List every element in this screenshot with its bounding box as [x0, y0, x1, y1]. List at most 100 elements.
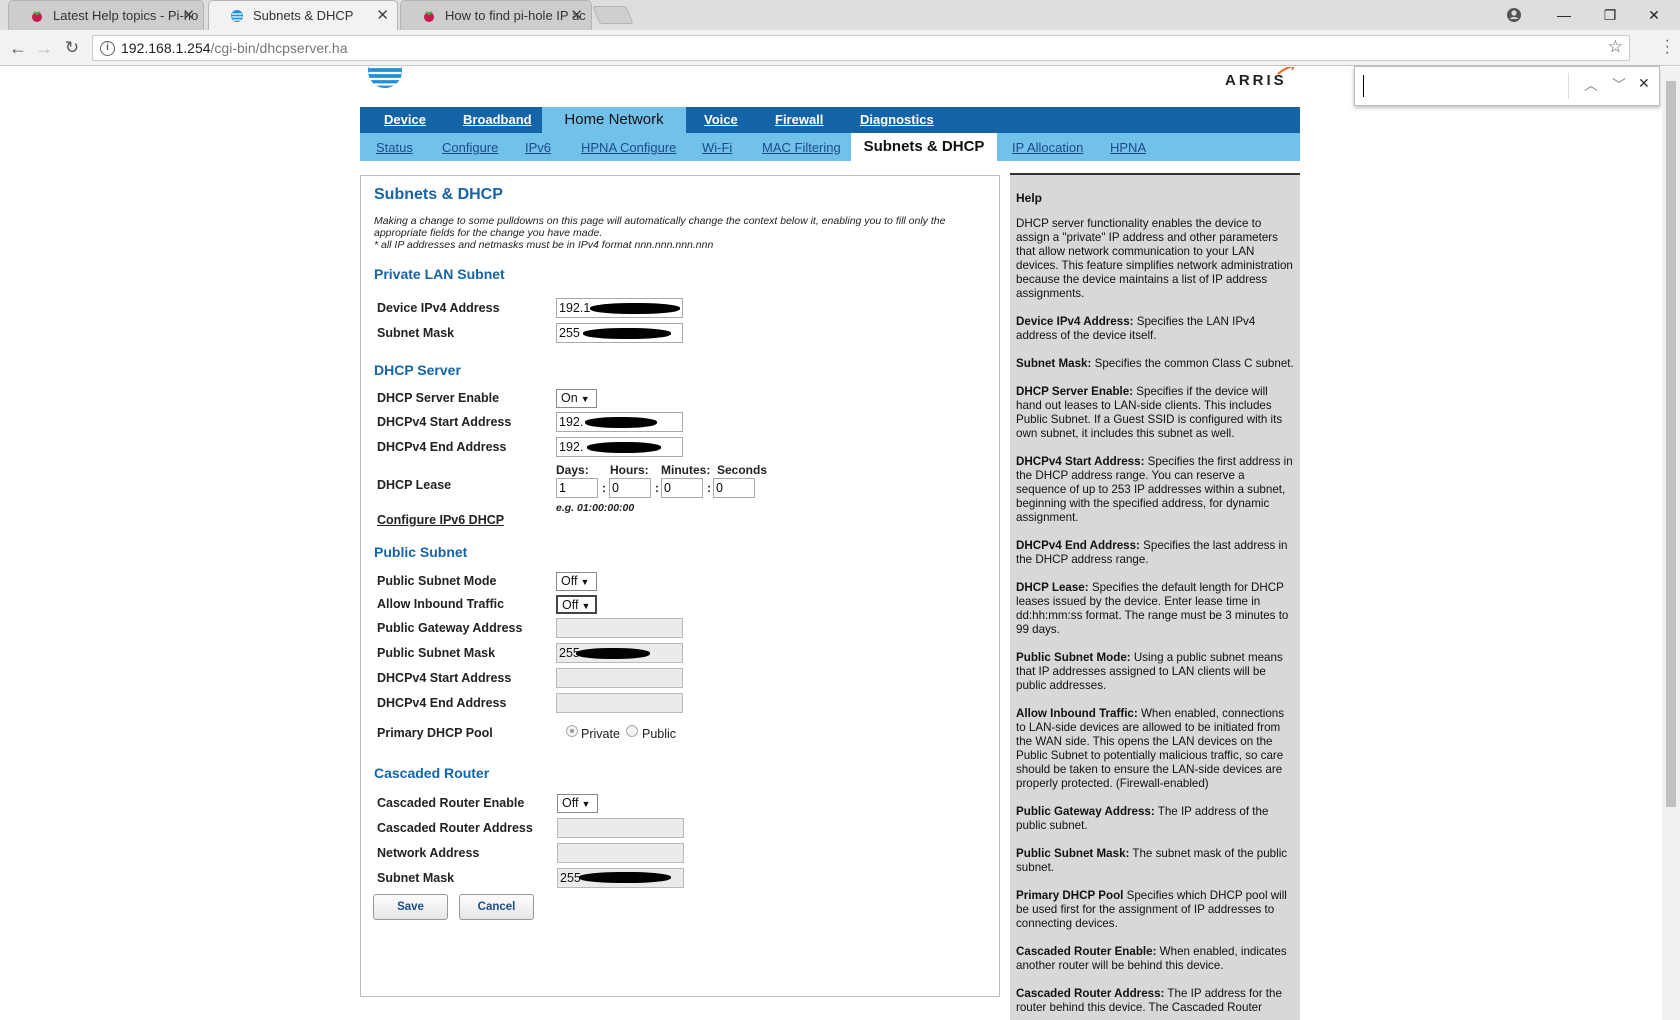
back-arrow-icon[interactable]: ←: [6, 37, 30, 59]
redaction-mark: [590, 303, 680, 314]
configure-ipv6-dhcp-link[interactable]: Configure IPv6 DHCP: [377, 513, 504, 527]
find-input[interactable]: [1363, 75, 1563, 97]
url-text[interactable]: 192.168.1.254/cgi-bin/dhcpserver.ha: [121, 40, 348, 56]
help-term: Cascaded Router Address:: [1016, 987, 1165, 1000]
network-address-input[interactable]: [557, 843, 684, 863]
help-term: Device IPv4 Address:: [1016, 315, 1134, 328]
url-path: /cgi-bin/dhcpserver.ha: [210, 40, 348, 56]
find-close-icon[interactable]: ✕: [1638, 75, 1650, 92]
nav-broadband[interactable]: Broadband: [463, 112, 532, 127]
subnav-wifi[interactable]: Wi-Fi: [702, 140, 732, 155]
dropdown-arrow-icon: ▼: [581, 799, 591, 809]
subnav-status[interactable]: Status: [376, 140, 413, 155]
lease-hours-input[interactable]: [609, 478, 651, 498]
url-host: 192.168.1.254: [121, 40, 211, 56]
close-icon[interactable]: ✕: [376, 1, 389, 30]
help-term: DHCP Server Enable:: [1016, 385, 1134, 398]
subnav-mac-filtering[interactable]: MAC Filtering: [762, 140, 841, 155]
dhcp-enable-select[interactable]: On ▼: [556, 389, 597, 408]
subnav-hpna[interactable]: HPNA: [1110, 140, 1146, 155]
close-icon[interactable]: ✕: [570, 1, 583, 30]
lease-hours-label: Hours:: [610, 463, 649, 477]
info-icon[interactable]: i: [100, 41, 115, 56]
pool-private-radio[interactable]: [566, 725, 578, 737]
redaction-mark: [587, 442, 661, 453]
help-entry: Primary DHCP Pool Specifies which DHCP p…: [1016, 889, 1294, 931]
browser-menu-icon[interactable]: · · ·: [1665, 33, 1670, 61]
scrollbar-thumb[interactable]: [1666, 81, 1676, 807]
help-entry: Cascaded Router Address: The IP address …: [1016, 987, 1294, 1015]
dhcp-lease-label: DHCP Lease: [377, 478, 452, 492]
subnav-configure[interactable]: Configure: [442, 140, 498, 155]
public-end-input[interactable]: [556, 693, 683, 713]
cascaded-enable-select[interactable]: Off ▼: [557, 794, 598, 813]
nav-home-network[interactable]: Home Network: [542, 107, 686, 133]
window-close-icon[interactable]: ✕: [1634, 3, 1674, 27]
page-title: Subnets & DHCP: [374, 186, 503, 203]
address-bar[interactable]: i 192.168.1.254/cgi-bin/dhcpserver.ha ☆: [92, 35, 1630, 61]
nav-device[interactable]: Device: [384, 112, 426, 127]
help-desc: Specifies the common Class C subnet.: [1091, 357, 1294, 370]
public-start-input[interactable]: [556, 668, 683, 688]
help-intro: DHCP server functionality enables the de…: [1016, 217, 1293, 300]
browser-tab-pihole-help[interactable]: Latest Help topics - Pi-ho ✕: [8, 0, 204, 30]
close-icon[interactable]: ✕: [182, 1, 195, 30]
find-next-icon[interactable]: ﹀: [1612, 75, 1626, 95]
cascaded-router-heading: Cascaded Router: [374, 765, 490, 781]
page-scrollbar[interactable]: [1662, 67, 1680, 1020]
dropdown-arrow-icon: ▼: [580, 394, 590, 404]
inbound-traffic-select[interactable]: Off ▼: [556, 595, 597, 614]
help-entry: DHCP Server Enable: Specifies if the dev…: [1016, 385, 1294, 441]
lease-seconds-input[interactable]: [713, 478, 755, 498]
help-entry: Public Subnet Mask: The subnet mask of t…: [1016, 847, 1294, 875]
device-ip-label: Device IPv4 Address: [377, 301, 500, 315]
nav-voice[interactable]: Voice: [704, 112, 738, 127]
minimize-icon[interactable]: —: [1544, 3, 1584, 27]
nav-firewall[interactable]: Firewall: [775, 112, 823, 127]
find-in-page-bar: ︿ ﹀ ✕: [1354, 66, 1660, 106]
sub-navigation: Status Configure IPv6 HPNA Configure Wi-…: [360, 133, 1300, 161]
lease-days-input[interactable]: [556, 478, 598, 498]
new-tab-button[interactable]: [592, 6, 634, 24]
att-globe-favicon-icon: [231, 10, 243, 22]
inbound-traffic-value: Off: [562, 598, 579, 612]
save-button[interactable]: Save: [373, 894, 448, 920]
lease-minutes-input[interactable]: [661, 478, 703, 498]
lease-minutes-label: Minutes:: [661, 463, 711, 477]
help-term: Public Gateway Address:: [1016, 805, 1155, 818]
subnav-subnets-dhcp[interactable]: Subnets & DHCP: [851, 133, 997, 161]
inbound-traffic-label: Allow Inbound Traffic: [377, 597, 505, 611]
cascaded-address-input[interactable]: [557, 818, 684, 838]
colon-separator: :: [707, 481, 711, 495]
forward-arrow-icon[interactable]: →: [32, 37, 56, 59]
public-gateway-input[interactable]: [556, 618, 683, 638]
public-mode-select[interactable]: Off ▼: [556, 572, 597, 591]
cascaded-enable-value: Off: [562, 796, 579, 810]
public-mode-value: Off: [561, 574, 578, 588]
redaction-mark: [579, 872, 671, 883]
dhcp-server-heading: DHCP Server: [374, 362, 461, 378]
pool-public-radio[interactable]: [626, 725, 638, 737]
help-term: Allow Inbound Traffic:: [1016, 707, 1138, 720]
page-viewport: ARRIS Device Broadband Home Network Voic…: [0, 67, 1662, 1020]
reload-icon[interactable]: ↻: [60, 37, 84, 59]
browser-tab-find-pihole-ip[interactable]: How to find pi-hole IP ac ✕: [400, 0, 592, 30]
pool-public-label: Public: [642, 727, 677, 741]
browser-tab-subnets-dhcp[interactable]: Subnets & DHCP ✕: [208, 0, 398, 30]
raspberry-favicon-icon: [424, 11, 434, 22]
subnav-ip-allocation[interactable]: IP Allocation: [1012, 140, 1083, 155]
profile-icon[interactable]: [1494, 3, 1534, 27]
restore-icon[interactable]: ❐: [1590, 3, 1630, 27]
subnav-hpna-configure[interactable]: HPNA Configure: [581, 140, 676, 155]
intro-line-2: * all IP addresses and netmasks must be …: [374, 239, 714, 251]
main-navigation: Device Broadband Home Network Voice Fire…: [360, 107, 1300, 133]
nav-diagnostics[interactable]: Diagnostics: [860, 112, 934, 127]
bookmark-star-icon[interactable]: ☆: [1608, 37, 1623, 57]
help-term: DHCPv4 Start Address:: [1016, 455, 1145, 468]
find-previous-icon[interactable]: ︿: [1584, 75, 1598, 95]
cancel-button[interactable]: Cancel: [459, 894, 534, 920]
help-entry: DHCP Lease: Specifies the default length…: [1016, 581, 1294, 637]
public-mode-label: Public Subnet Mode: [377, 574, 497, 588]
colon-separator: :: [602, 481, 606, 495]
subnav-ipv6[interactable]: IPv6: [525, 140, 551, 155]
